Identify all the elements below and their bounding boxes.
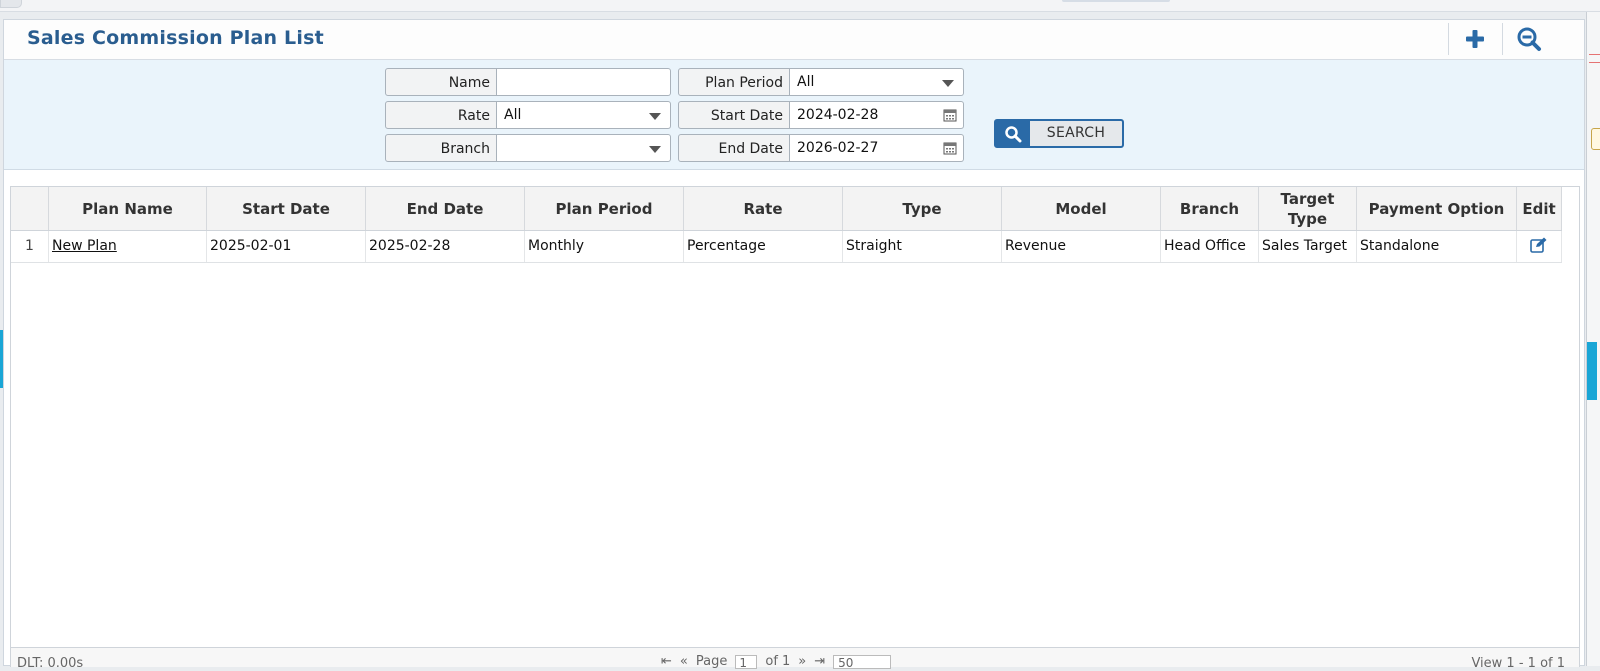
column-header-rate[interactable]: Rate: [684, 187, 843, 230]
page-label: Page: [695, 654, 728, 669]
first-page-icon[interactable]: ⇤: [661, 654, 672, 669]
cell-model: Revenue: [1002, 231, 1161, 262]
plan-table: Plan Name Start Date End Date Plan Perio…: [10, 186, 1580, 671]
column-header-target-type[interactable]: Target Type: [1259, 187, 1357, 230]
column-header-branch[interactable]: Branch: [1161, 187, 1259, 230]
filter-name: Name: [385, 68, 671, 96]
edge-line: [1589, 62, 1600, 63]
rate-value: All: [504, 107, 522, 123]
cell-branch: Head Office: [1161, 231, 1259, 262]
end-date-value: 2026-02-27: [797, 140, 879, 156]
search-filter-area: Name Plan Period All Rate All Start Date…: [4, 60, 1584, 170]
column-header-type[interactable]: Type: [843, 187, 1002, 230]
prev-page-icon[interactable]: «: [680, 654, 688, 669]
plan-period-select[interactable]: All: [790, 68, 964, 96]
end-date-label: End Date: [678, 134, 790, 162]
pager-controls: ⇤ « Page 1 of 1 » ⇥ 50: [661, 654, 892, 670]
column-header-start-date[interactable]: Start Date: [207, 187, 366, 230]
view-count-text: View 1 - 1 of 1: [1471, 656, 1565, 671]
column-header-plan-period[interactable]: Plan Period: [525, 187, 684, 230]
column-header-end-date[interactable]: End Date: [366, 187, 525, 230]
cell-target-type: Sales Target: [1259, 231, 1357, 262]
window-tab[interactable]: [0, 0, 22, 8]
next-page-icon[interactable]: »: [798, 654, 806, 669]
plan-name-link[interactable]: New Plan: [49, 231, 207, 262]
add-button[interactable]: [1448, 23, 1500, 55]
filter-plan-period: Plan Period All: [678, 68, 964, 96]
start-date-input[interactable]: 2024-02-28: [790, 101, 964, 129]
edge-line: [1589, 54, 1600, 55]
plan-period-label: Plan Period: [678, 68, 790, 96]
edit-button[interactable]: [1517, 231, 1562, 262]
page-of-label: of 1: [765, 654, 791, 669]
column-header-plan-name[interactable]: Plan Name: [49, 187, 207, 230]
window-tab-indicator: [1062, 0, 1170, 2]
branch-label: Branch: [385, 134, 497, 162]
start-date-value: 2024-02-28: [797, 107, 879, 123]
load-time-text: DLT: 0.00s: [17, 656, 84, 671]
filter-end-date: End Date 2026-02-27: [678, 134, 964, 162]
search-button[interactable]: SEARCH: [994, 119, 1124, 148]
cell-plan-period: Monthly: [525, 231, 684, 262]
title-bar: Sales Commission Plan List: [4, 20, 1584, 60]
right-edge-panel: [1586, 12, 1600, 666]
name-label: Name: [385, 68, 497, 96]
last-page-icon[interactable]: ⇥: [814, 654, 825, 669]
right-edge-accent: [1587, 342, 1597, 400]
page-input[interactable]: 1: [735, 654, 758, 670]
browser-top-strip: [0, 0, 1600, 12]
table-header: Plan Name Start Date End Date Plan Perio…: [11, 187, 1562, 231]
chevron-down-icon: [649, 113, 661, 120]
row-number: 1: [11, 231, 49, 262]
branch-select[interactable]: [497, 134, 671, 162]
plan-period-value: All: [797, 74, 815, 90]
chevron-down-icon: [942, 80, 954, 87]
zoom-out-button[interactable]: [1502, 23, 1554, 55]
column-header-edit: Edit: [1517, 187, 1562, 230]
plan-list-panel: Sales Commission Plan List Name Plan Per…: [3, 19, 1585, 671]
end-date-input[interactable]: 2026-02-27: [790, 134, 964, 162]
page-title: Sales Commission Plan List: [27, 27, 324, 49]
calendar-icon[interactable]: [943, 141, 957, 155]
column-header-payment-option[interactable]: Payment Option: [1357, 187, 1517, 230]
start-date-label: Start Date: [678, 101, 790, 129]
calendar-icon[interactable]: [943, 108, 957, 122]
column-header-rownum: [11, 187, 49, 230]
edit-icon: [1530, 237, 1548, 257]
zoom-out-icon: [1516, 26, 1542, 52]
chevron-down-icon: [649, 146, 661, 153]
rows-per-page-select[interactable]: 50: [833, 654, 892, 670]
plus-icon: [1465, 29, 1485, 49]
pager-bar: DLT: 0.00s ⇤ « Page 1 of 1 » ⇥ 50 View 1…: [11, 647, 1579, 671]
cell-rate: Percentage: [684, 231, 843, 262]
column-header-model[interactable]: Model: [1002, 187, 1161, 230]
table-row[interactable]: 1 New Plan 2025-02-01 2025-02-28 Monthly…: [11, 231, 1562, 263]
filter-start-date: Start Date 2024-02-28: [678, 101, 964, 129]
search-button-label: SEARCH: [1046, 125, 1106, 141]
rate-select[interactable]: All: [497, 101, 671, 129]
filter-rate: Rate All: [385, 101, 671, 129]
name-input[interactable]: [497, 68, 671, 96]
cell-payment-option: Standalone: [1357, 231, 1517, 262]
cell-type: Straight: [843, 231, 1002, 262]
search-icon: [996, 121, 1030, 146]
cell-end-date: 2025-02-28: [366, 231, 525, 262]
cell-start-date: 2025-02-01: [207, 231, 366, 262]
rate-label: Rate: [385, 101, 497, 129]
edge-chip[interactable]: [1591, 128, 1600, 150]
filter-branch: Branch: [385, 134, 671, 162]
